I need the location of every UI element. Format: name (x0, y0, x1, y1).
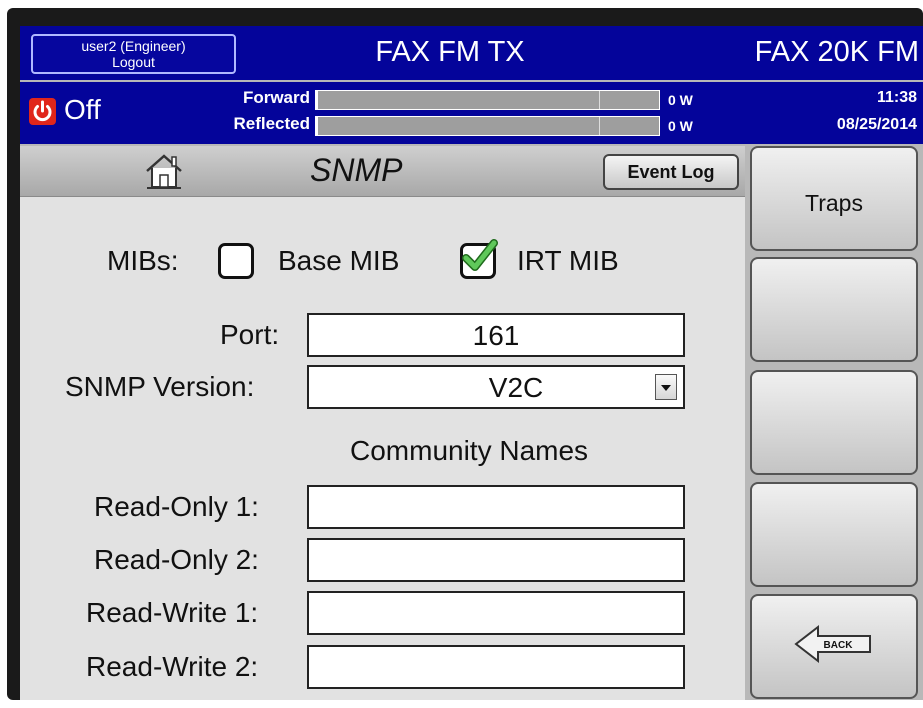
user-name: user2 (Engineer) (81, 38, 186, 54)
port-input[interactable]: 161 (307, 313, 685, 357)
page-header: SNMP Event Log (20, 146, 745, 197)
read-only-2-input[interactable] (307, 538, 685, 582)
read-only-1-input[interactable] (307, 485, 685, 529)
base-mib-label: Base MIB (278, 245, 400, 276)
traps-label: Traps (805, 190, 863, 216)
app-title: FAX FM TX (375, 36, 525, 68)
irt-mib-checkbox[interactable] (460, 239, 498, 279)
chevron-down-icon[interactable] (655, 374, 677, 400)
read-write-1-input[interactable] (307, 591, 685, 635)
back-button[interactable]: BACK (750, 594, 918, 699)
power-state-label: Off (64, 94, 101, 125)
forward-power-meter (315, 90, 660, 110)
check-icon (462, 239, 498, 271)
power-icon[interactable] (29, 98, 56, 125)
clock-date: 08/25/2014 (836, 116, 917, 133)
read-write-2-input[interactable] (307, 645, 685, 689)
snmp-version-label: SNMP Version: (65, 371, 255, 402)
read-only-1-label: Read-Only 1: (94, 491, 259, 522)
port-label: Port: (220, 319, 280, 350)
read-write-2-label: Read-Write 2: (86, 651, 259, 682)
snmp-version-select[interactable]: V2C (307, 365, 685, 409)
read-only-2-label: Read-Only 2: (94, 544, 259, 575)
base-mib-checkbox[interactable] (218, 243, 254, 279)
event-log-button[interactable]: Event Log (603, 154, 739, 190)
reflected-power-meter (315, 116, 660, 136)
clock-time: 11:38 (876, 89, 917, 106)
snmp-version-value: V2C (488, 372, 544, 403)
traps-button[interactable]: Traps (750, 146, 918, 251)
side-button-3[interactable] (750, 370, 918, 475)
device-bezel: user2 (Engineer) Logout FAX FM TX FAX 20… (7, 8, 923, 700)
reflected-label: Reflected (233, 114, 310, 133)
read-write-1-label: Read-Write 1: (86, 597, 259, 628)
community-names-heading: Community Names (350, 435, 589, 466)
home-icon[interactable] (144, 152, 184, 195)
port-value: 161 (472, 320, 520, 351)
back-label: BACK (824, 640, 854, 651)
page-title: SNMP (310, 152, 403, 188)
user-logout-button[interactable]: user2 (Engineer) Logout (31, 34, 236, 74)
irt-mib-label: IRT MIB (517, 245, 619, 276)
snmp-settings-panel: MIBs: Base MIB IRT MIB Port: 161 SNMP Ve… (20, 197, 745, 700)
logout-label: Logout (112, 54, 155, 70)
forward-power-value: 0 W (668, 92, 693, 108)
mibs-label: MIBs: (107, 245, 179, 276)
status-bar: Off Forward 0 W Reflected 0 W 11:38 08/2… (20, 82, 923, 144)
side-button-2[interactable] (750, 257, 918, 362)
side-button-4[interactable] (750, 482, 918, 587)
back-arrow-icon: BACK (794, 624, 871, 664)
reflected-power-value: 0 W (668, 118, 693, 134)
forward-label: Forward (242, 88, 310, 107)
title-bar: user2 (Engineer) Logout FAX FM TX FAX 20… (20, 26, 923, 80)
model-name: FAX 20K FM (754, 36, 919, 68)
touch-screen: user2 (Engineer) Logout FAX FM TX FAX 20… (20, 26, 923, 700)
